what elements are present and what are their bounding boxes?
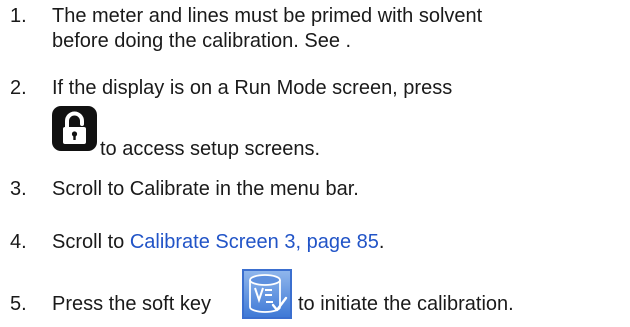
step-text-line: to initiate the calibration. [298, 293, 514, 315]
step-number: 1. [10, 5, 27, 27]
calibrate-softkey-icon [242, 269, 292, 319]
step-text-prefix: Scroll to [52, 231, 130, 253]
step-text-line: The meter and lines must be primed with … [52, 5, 483, 27]
step-text-line: to access setup screens. [100, 138, 321, 160]
step-text-line: before doing the calibration. See . [52, 30, 352, 52]
step-text-line: If the display is on a Run Mode screen, … [52, 77, 453, 99]
calibration-procedure: 1. The meter and lines must be primed wi… [0, 0, 630, 327]
step-number: 2. [10, 77, 27, 99]
step-text-suffix: . [378, 231, 385, 253]
lock-key-icon [52, 106, 97, 151]
step-text-line: Scroll to Calibrate in the menu bar. [52, 178, 359, 200]
step-text-line: Press the soft key [52, 293, 211, 315]
step-number: 3. [10, 178, 27, 200]
step-number: 5. [10, 293, 27, 315]
calibrate-screen-link[interactable]: Calibrate Screen 3, page 85 [130, 231, 379, 253]
step-number: 4. [10, 231, 27, 253]
step-text-line: Scroll to Calibrate Screen 3, page 85. [52, 230, 384, 254]
